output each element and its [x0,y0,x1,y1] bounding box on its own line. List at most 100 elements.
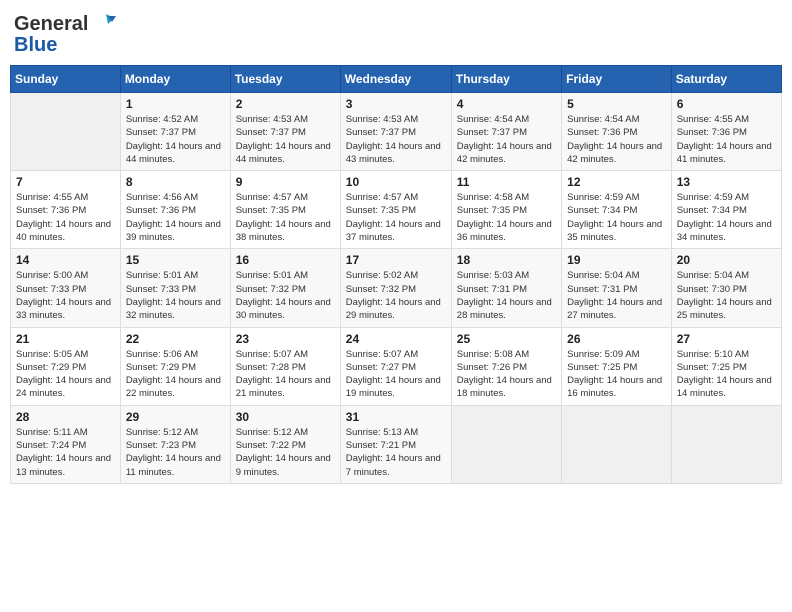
day-info: Sunrise: 5:08 AMSunset: 7:26 PMDaylight:… [457,348,556,401]
calendar-table: SundayMondayTuesdayWednesdayThursdayFrid… [10,65,782,484]
day-info: Sunrise: 5:13 AMSunset: 7:21 PMDaylight:… [346,426,446,479]
weekday-header-thursday: Thursday [451,66,561,93]
weekday-header-friday: Friday [562,66,672,93]
calendar-cell: 16 Sunrise: 5:01 AMSunset: 7:32 PMDayligh… [230,249,340,327]
day-number: 3 [346,97,446,111]
calendar-cell: 19 Sunrise: 5:04 AMSunset: 7:31 PMDayligh… [562,249,672,327]
weekday-header-wednesday: Wednesday [340,66,451,93]
day-info: Sunrise: 5:01 AMSunset: 7:33 PMDaylight:… [126,269,225,322]
day-info: Sunrise: 5:04 AMSunset: 7:30 PMDaylight:… [677,269,776,322]
calendar-cell: 2 Sunrise: 4:53 AMSunset: 7:37 PMDaylight… [230,93,340,171]
logo-bird-icon [88,10,116,38]
day-number: 13 [677,175,776,189]
day-info: Sunrise: 4:53 AMSunset: 7:37 PMDaylight:… [236,113,335,166]
day-number: 20 [677,253,776,267]
weekday-header-monday: Monday [120,66,230,93]
calendar-cell: 23Sunrise: 5:07 AMSunset: 7:28 PMDayligh… [230,327,340,405]
calendar-cell [451,405,561,483]
weekday-header-row: SundayMondayTuesdayWednesdayThursdayFrid… [11,66,782,93]
calendar-cell: 3 Sunrise: 4:53 AMSunset: 7:37 PMDaylight… [340,93,451,171]
day-info: Sunrise: 4:56 AMSunset: 7:36 PMDaylight:… [126,191,225,244]
calendar-cell: 31Sunrise: 5:13 AMSunset: 7:21 PMDayligh… [340,405,451,483]
day-number: 23 [236,332,335,346]
weekday-header-saturday: Saturday [671,66,781,93]
day-number: 12 [567,175,666,189]
day-number: 6 [677,97,776,111]
day-number: 4 [457,97,556,111]
day-info: Sunrise: 4:58 AMSunset: 7:35 PMDaylight:… [457,191,556,244]
day-number: 7 [16,175,115,189]
day-number: 24 [346,332,446,346]
day-number: 19 [567,253,666,267]
day-info: Sunrise: 5:00 AMSunset: 7:33 PMDaylight:… [16,269,115,322]
day-number: 5 [567,97,666,111]
day-number: 16 [236,253,335,267]
calendar-cell: 30Sunrise: 5:12 AMSunset: 7:22 PMDayligh… [230,405,340,483]
logo: General Blue [14,10,116,57]
day-info: Sunrise: 5:05 AMSunset: 7:29 PMDaylight:… [16,348,115,401]
day-number: 25 [457,332,556,346]
day-number: 17 [346,253,446,267]
calendar-cell: 14Sunrise: 5:00 AMSunset: 7:33 PMDayligh… [11,249,121,327]
day-info: Sunrise: 5:02 AMSunset: 7:32 PMDaylight:… [346,269,446,322]
day-info: Sunrise: 4:59 AMSunset: 7:34 PMDaylight:… [567,191,666,244]
calendar-cell: 22 Sunrise: 5:06 AMSunset: 7:29 PMDayligh… [120,327,230,405]
calendar-cell: 12 Sunrise: 4:59 AMSunset: 7:34 PMDayligh… [562,171,672,249]
calendar-cell: 17 Sunrise: 5:02 AMSunset: 7:32 PMDayligh… [340,249,451,327]
day-info: Sunrise: 5:07 AMSunset: 7:27 PMDaylight:… [346,348,446,401]
day-info: Sunrise: 5:10 AMSunset: 7:25 PMDaylight:… [677,348,776,401]
day-number: 15 [126,253,225,267]
day-number: 2 [236,97,335,111]
week-row-5: 28 Sunrise: 5:11 AMSunset: 7:24 PMDayligh… [11,405,782,483]
calendar-cell [671,405,781,483]
calendar-cell: 8 Sunrise: 4:56 AMSunset: 7:36 PMDaylight… [120,171,230,249]
calendar-cell: 11 Sunrise: 4:58 AMSunset: 7:35 PMDayligh… [451,171,561,249]
day-info: Sunrise: 5:04 AMSunset: 7:31 PMDaylight:… [567,269,666,322]
calendar-cell: 24 Sunrise: 5:07 AMSunset: 7:27 PMDayligh… [340,327,451,405]
weekday-header-sunday: Sunday [11,66,121,93]
day-info: Sunrise: 5:06 AMSunset: 7:29 PMDaylight:… [126,348,225,401]
calendar-cell: 5 Sunrise: 4:54 AMSunset: 7:36 PMDaylight… [562,93,672,171]
week-row-2: 7Sunrise: 4:55 AMSunset: 7:36 PMDaylight… [11,171,782,249]
calendar-cell: 9Sunrise: 4:57 AMSunset: 7:35 PMDaylight… [230,171,340,249]
day-info: Sunrise: 4:57 AMSunset: 7:35 PMDaylight:… [346,191,446,244]
calendar-cell [11,93,121,171]
day-number: 22 [126,332,225,346]
calendar-cell: 26Sunrise: 5:09 AMSunset: 7:25 PMDayligh… [562,327,672,405]
day-info: Sunrise: 4:52 AMSunset: 7:37 PMDaylight:… [126,113,225,166]
day-number: 30 [236,410,335,424]
day-info: Sunrise: 5:01 AMSunset: 7:32 PMDaylight:… [236,269,335,322]
day-info: Sunrise: 4:55 AMSunset: 7:36 PMDaylight:… [677,113,776,166]
week-row-1: 1 Sunrise: 4:52 AMSunset: 7:37 PMDaylight… [11,93,782,171]
calendar-cell: 6 Sunrise: 4:55 AMSunset: 7:36 PMDaylight… [671,93,781,171]
day-number: 21 [16,332,115,346]
page-header: General Blue [10,10,782,57]
calendar-cell: 28 Sunrise: 5:11 AMSunset: 7:24 PMDayligh… [11,405,121,483]
day-info: Sunrise: 4:59 AMSunset: 7:34 PMDaylight:… [677,191,776,244]
day-number: 9 [236,175,335,189]
calendar-cell: 4Sunrise: 4:54 AMSunset: 7:37 PMDaylight… [451,93,561,171]
calendar-cell: 18 Sunrise: 5:03 AMSunset: 7:31 PMDayligh… [451,249,561,327]
day-number: 28 [16,410,115,424]
week-row-4: 21 Sunrise: 5:05 AMSunset: 7:29 PMDayligh… [11,327,782,405]
calendar-cell: 13 Sunrise: 4:59 AMSunset: 7:34 PMDayligh… [671,171,781,249]
calendar-cell: 25 Sunrise: 5:08 AMSunset: 7:26 PMDayligh… [451,327,561,405]
logo-blue: Blue [14,34,57,57]
day-info: Sunrise: 4:54 AMSunset: 7:36 PMDaylight:… [567,113,666,166]
calendar-cell: 1 Sunrise: 4:52 AMSunset: 7:37 PMDaylight… [120,93,230,171]
day-number: 11 [457,175,556,189]
day-number: 8 [126,175,225,189]
day-info: Sunrise: 4:53 AMSunset: 7:37 PMDaylight:… [346,113,446,166]
day-info: Sunrise: 5:12 AMSunset: 7:23 PMDaylight:… [126,426,225,479]
calendar-cell: 7Sunrise: 4:55 AMSunset: 7:36 PMDaylight… [11,171,121,249]
calendar-cell: 21 Sunrise: 5:05 AMSunset: 7:29 PMDayligh… [11,327,121,405]
day-info: Sunrise: 5:03 AMSunset: 7:31 PMDaylight:… [457,269,556,322]
day-number: 1 [126,97,225,111]
calendar-cell: 20 Sunrise: 5:04 AMSunset: 7:30 PMDayligh… [671,249,781,327]
day-number: 18 [457,253,556,267]
day-info: Sunrise: 5:11 AMSunset: 7:24 PMDaylight:… [16,426,115,479]
calendar-cell [562,405,672,483]
day-info: Sunrise: 5:09 AMSunset: 7:25 PMDaylight:… [567,348,666,401]
weekday-header-tuesday: Tuesday [230,66,340,93]
calendar-cell: 29Sunrise: 5:12 AMSunset: 7:23 PMDayligh… [120,405,230,483]
